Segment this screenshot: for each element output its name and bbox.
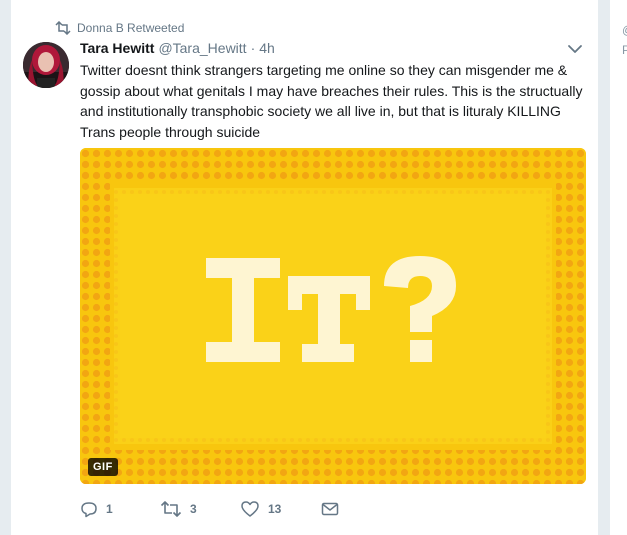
gif-image (80, 148, 586, 484)
side-panel-fragment-1: @ (622, 23, 627, 37)
side-panel: @ P (610, 0, 627, 535)
like-count: 13 (268, 502, 282, 516)
tweet-timestamp[interactable]: 4h (259, 40, 275, 56)
tweet-media-gif[interactable]: GIF (80, 148, 586, 484)
like-button[interactable]: 13 (240, 497, 281, 521)
reply-icon (81, 502, 97, 518)
tweet-card[interactable]: Donna B Retweeted Tara Hewitt @Tara_Hewi… (10, 0, 599, 535)
retweet-icon (55, 21, 71, 35)
chevron-down-icon[interactable] (566, 40, 584, 58)
retweet-button[interactable]: 3 (160, 497, 197, 521)
retweet-icon (160, 501, 182, 517)
envelope-icon (321, 502, 339, 516)
avatar-image (23, 42, 69, 88)
retweet-context-text[interactable]: Donna B Retweeted (77, 21, 184, 35)
avatar[interactable] (23, 42, 69, 88)
gif-badge: GIF (88, 458, 118, 476)
reply-count: 1 (106, 502, 113, 516)
tweet-actions: 1 3 13 (80, 497, 586, 521)
direct-message-button[interactable] (320, 497, 348, 521)
author-handle[interactable]: @Tara_Hewitt (158, 40, 246, 56)
timeline-stage: Donna B Retweeted Tara Hewitt @Tara_Hewi… (0, 0, 627, 535)
reply-button[interactable]: 1 (80, 497, 113, 521)
retweet-count: 3 (190, 502, 197, 516)
tweet-header: Tara Hewitt @Tara_Hewitt · 4h (80, 40, 275, 60)
author-name[interactable]: Tara Hewitt (80, 40, 154, 56)
tweet-text: Twitter doesnt think strangers targeting… (80, 62, 583, 140)
side-panel-fragment-2: P (622, 43, 627, 57)
heart-icon (241, 501, 259, 517)
retweet-context: Donna B Retweeted (55, 19, 184, 37)
header-separator: · (250, 40, 256, 56)
